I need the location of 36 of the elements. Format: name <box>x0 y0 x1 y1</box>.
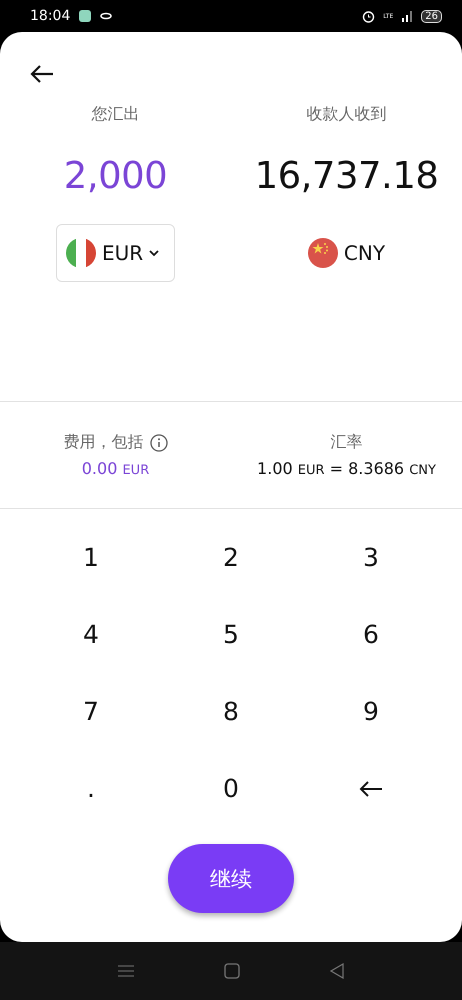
keypad-key[interactable]: 1 <box>21 519 161 596</box>
flag-icon <box>308 238 338 268</box>
keypad-key[interactable]: 0 <box>161 750 301 827</box>
rate-value: 1.00 EUR = 8.3686 CNY <box>257 459 436 478</box>
home-icon[interactable] <box>224 963 240 979</box>
continue-button[interactable]: 继续 <box>168 844 294 913</box>
currency-selector[interactable]: EUR <box>56 224 175 282</box>
fee-label: 费用，包括 <box>64 432 144 453</box>
backspace-icon <box>359 780 383 798</box>
battery-indicator: 26 <box>421 10 442 22</box>
chevron-down-icon <box>149 250 160 256</box>
keypad-key[interactable]: 6 <box>301 596 441 673</box>
amount-value[interactable]: 2,000 <box>64 154 168 204</box>
keypad-key[interactable]: 7 <box>21 673 161 750</box>
amount-label: 收款人收到 <box>306 104 386 125</box>
back-icon[interactable] <box>330 963 344 979</box>
amount-label: 您汇出 <box>92 104 140 125</box>
status-time: 18:04 <box>30 8 70 24</box>
keypad-key[interactable]: 5 <box>161 596 301 673</box>
alarm-icon <box>362 10 376 22</box>
keypad-key[interactable]: 2 <box>161 519 301 596</box>
back-arrow-icon[interactable] <box>30 64 54 84</box>
menu-icon[interactable] <box>118 964 134 978</box>
keypad-key[interactable]: . <box>21 750 161 827</box>
flag-icon <box>66 238 96 268</box>
keypad-key[interactable]: 9 <box>301 673 441 750</box>
fee-value: 0.00 EUR <box>82 459 150 478</box>
keypad-key[interactable]: 4 <box>21 596 161 673</box>
currency-code: CNY <box>344 241 386 265</box>
amount-value: 16,737.18 <box>254 154 438 199</box>
keypad-key[interactable]: 3 <box>301 519 441 596</box>
rate-label: 汇率 <box>330 432 362 453</box>
keypad-key[interactable]: 8 <box>161 673 301 750</box>
signal-icon <box>401 10 414 22</box>
app-icon <box>78 9 92 23</box>
info-icon[interactable] <box>150 434 168 452</box>
